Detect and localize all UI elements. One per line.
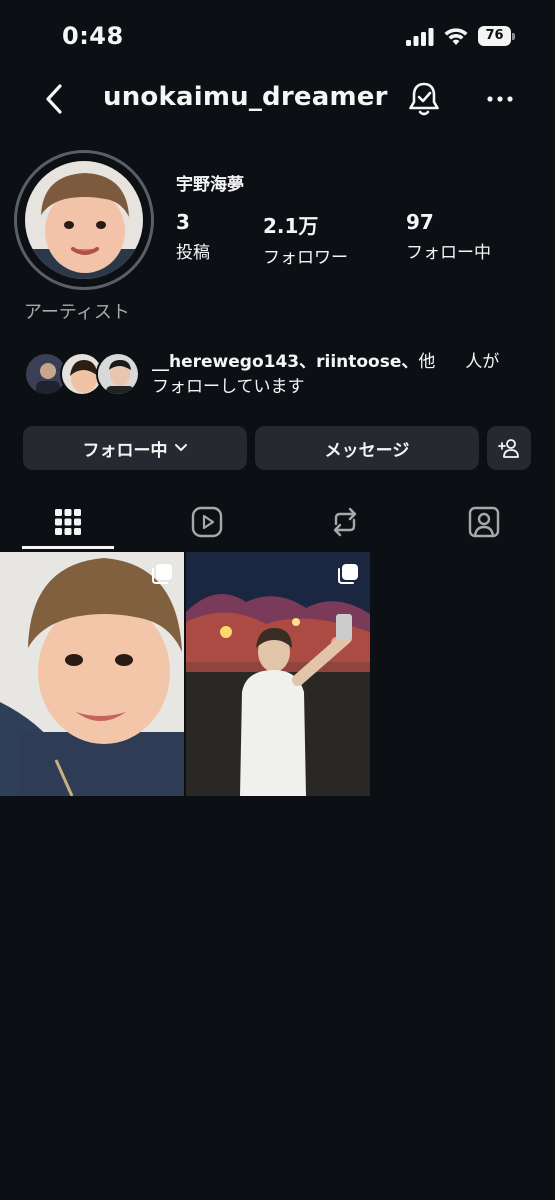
following-button[interactable]: フォロー中 bbox=[23, 426, 247, 470]
stat-following[interactable]: 97 フォロー中 bbox=[406, 210, 491, 263]
cellular-signal-icon bbox=[406, 28, 434, 46]
profile-display-name: 宇野海夢 bbox=[176, 175, 244, 195]
chevron-down-icon bbox=[174, 444, 187, 451]
profile-category: アーティスト bbox=[24, 302, 130, 323]
stat-posts-label: 投稿 bbox=[176, 243, 210, 263]
mutual-suffix: 人が bbox=[465, 352, 500, 372]
add-person-icon bbox=[498, 439, 519, 458]
status-bar: 0:48 76 bbox=[0, 0, 555, 72]
stat-followers-value: 2.1万 bbox=[263, 214, 319, 238]
post-thumbnail[interactable] bbox=[186, 552, 370, 796]
stat-posts-value: 3 bbox=[176, 210, 190, 234]
active-tab-indicator bbox=[22, 546, 114, 549]
profile-avatar[interactable] bbox=[25, 161, 143, 279]
wifi-icon bbox=[444, 28, 468, 45]
multiple-photos-icon bbox=[338, 564, 358, 584]
post-thumbnail[interactable] bbox=[0, 552, 184, 796]
tab-reels[interactable] bbox=[162, 494, 252, 550]
stat-following-value: 97 bbox=[406, 210, 434, 234]
tab-reposts[interactable] bbox=[300, 494, 390, 550]
mutual-followers-text[interactable]: __herewego143、riintoose、他 人が フォローしています bbox=[152, 350, 542, 400]
battery-icon: 76 bbox=[478, 26, 516, 46]
mutual-names: __herewego143、riintoose、 bbox=[152, 352, 419, 372]
status-time: 0:48 bbox=[62, 22, 124, 50]
post-image-festival bbox=[186, 552, 370, 796]
mutual-others: 他 bbox=[418, 352, 436, 372]
back-chevron-icon[interactable] bbox=[40, 82, 68, 116]
message-button-label: メッセージ bbox=[324, 440, 410, 461]
following-button-label: フォロー中 bbox=[82, 440, 168, 461]
mutual-followers-avatars[interactable] bbox=[24, 352, 144, 398]
stat-posts[interactable]: 3 投稿 bbox=[176, 210, 210, 263]
profile-header: unokaimu_dreamer bbox=[0, 72, 555, 126]
post-image-child bbox=[0, 552, 184, 796]
repost-icon bbox=[333, 507, 357, 537]
stat-followers[interactable]: 2.1万 フォロワー bbox=[263, 210, 348, 268]
more-options-icon[interactable] bbox=[484, 86, 516, 112]
tab-grid[interactable] bbox=[23, 494, 113, 550]
stat-followers-label: フォロワー bbox=[263, 248, 348, 268]
profile-username: unokaimu_dreamer bbox=[103, 82, 388, 112]
mutual-followed-text: フォローしています bbox=[152, 377, 305, 397]
grid-icon bbox=[55, 509, 81, 535]
notification-bell-icon[interactable] bbox=[406, 80, 442, 118]
tab-tagged[interactable] bbox=[439, 494, 529, 550]
profile-tabs bbox=[0, 494, 555, 550]
stat-following-label: フォロー中 bbox=[406, 243, 491, 263]
tagged-person-icon bbox=[468, 506, 500, 538]
multiple-photos-icon bbox=[152, 564, 172, 584]
battery-level: 76 bbox=[478, 26, 511, 46]
message-button[interactable]: メッセージ bbox=[255, 426, 479, 470]
suggested-users-button[interactable] bbox=[487, 426, 531, 470]
profile-avatar-ring[interactable] bbox=[14, 150, 154, 290]
reels-play-icon bbox=[191, 506, 223, 538]
mutual-avatar bbox=[96, 352, 140, 396]
